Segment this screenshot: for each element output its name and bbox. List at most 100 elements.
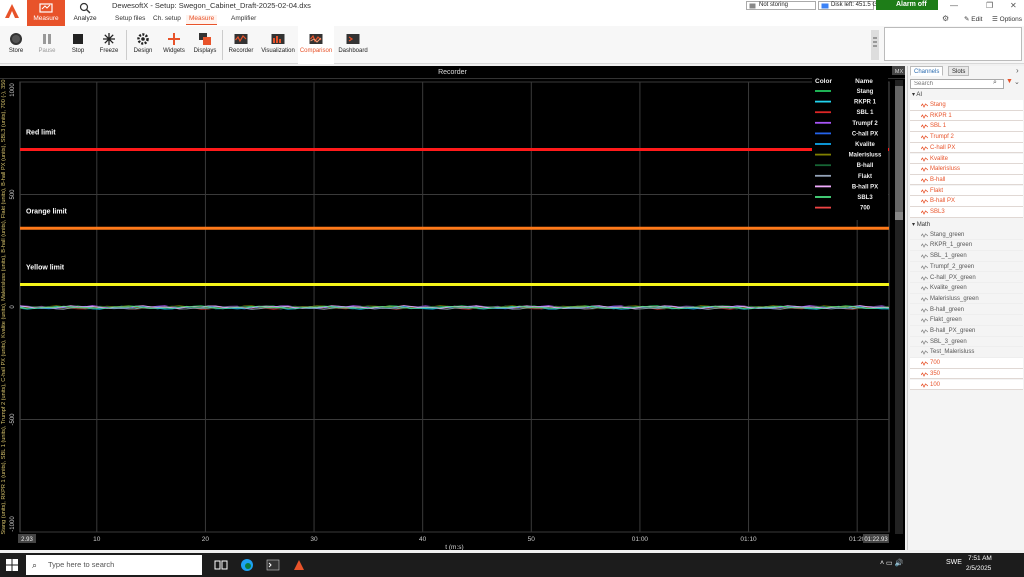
- network-icon[interactable]: ▭: [886, 560, 893, 567]
- recorder-button[interactable]: Recorder: [225, 26, 257, 64]
- channel-item-label: Flakt: [930, 187, 944, 194]
- y-tick-label: 1000: [10, 83, 16, 97]
- channel-group-header[interactable]: ▾ AI: [912, 91, 922, 98]
- waveform-icon: [921, 146, 928, 151]
- panel-collapse-icon[interactable]: ›: [1016, 66, 1019, 75]
- channel-item[interactable]: Flakt_green: [910, 315, 1023, 326]
- channel-item[interactable]: RKPR_1_green: [910, 240, 1023, 251]
- channel-item[interactable]: SBL_3_green: [910, 337, 1023, 348]
- scroll-down-icon[interactable]: [895, 212, 903, 220]
- dashboard-button[interactable]: Dashboard: [335, 26, 371, 64]
- channel-item[interactable]: 350: [910, 368, 1023, 380]
- design-button[interactable]: Design: [127, 26, 159, 64]
- channel-group-header[interactable]: ▾ Math: [912, 221, 930, 228]
- legend-item[interactable]: Malerisluss: [849, 153, 882, 159]
- channel-item[interactable]: Trumpf_2_green: [910, 262, 1023, 273]
- recorder-display[interactable]: Recorder 1000 500 0 -500 -1000 Stang (units),…: [0, 66, 905, 550]
- visualization-button[interactable]: Visualization: [259, 26, 297, 64]
- edge-browser-icon[interactable]: [240, 558, 254, 572]
- channel-item[interactable]: 100: [910, 379, 1023, 391]
- minimize-icon[interactable]: —: [950, 1, 958, 10]
- widgets-button[interactable]: Widgets: [158, 26, 190, 64]
- y-tick-label: -500: [10, 413, 16, 426]
- channel-item[interactable]: Trumpf 2: [910, 132, 1023, 143]
- legend-item[interactable]: 700: [860, 206, 871, 212]
- channel-item[interactable]: Malerisluss_green: [910, 294, 1023, 305]
- tab-slots[interactable]: Slots: [948, 66, 970, 76]
- legend-item[interactable]: B-hall: [857, 163, 874, 169]
- subtab-ch-setup[interactable]: Ch. setup: [150, 15, 184, 25]
- chevron-up-icon[interactable]: ˄: [880, 560, 884, 567]
- legend-item[interactable]: Flakt: [858, 174, 872, 180]
- channel-item[interactable]: Stang_green: [910, 230, 1023, 241]
- channel-item[interactable]: B-hall_green: [910, 305, 1023, 316]
- channel-item[interactable]: B-hall: [910, 174, 1023, 186]
- channel-item[interactable]: 700: [910, 358, 1023, 369]
- options-label: Options: [999, 16, 1023, 23]
- search-icon[interactable]: ⌕: [993, 79, 997, 87]
- limit-label: Yellow limit: [26, 265, 65, 272]
- channel-item[interactable]: Kvalite_green: [910, 283, 1023, 294]
- gear-icon[interactable]: ⚙: [942, 14, 949, 23]
- channel-item[interactable]: Flakt: [910, 185, 1023, 197]
- alarm-button[interactable]: Alarm off: [876, 0, 938, 10]
- legend-item[interactable]: C-hall PX: [852, 131, 878, 137]
- channel-item[interactable]: B-hall PX: [910, 196, 1023, 207]
- recorder-plot[interactable]: 1000 500 0 -500 -1000Stang (units), RKPR 1 (…: [0, 66, 905, 550]
- clock-date[interactable]: 2/5/2025: [966, 565, 991, 572]
- filter-icon[interactable]: ▼: [1006, 78, 1013, 85]
- windows-start-icon[interactable]: [6, 559, 18, 571]
- tray-icons[interactable]: ˄ ▭ 🔊: [880, 559, 903, 567]
- legend-item[interactable]: B-hall PX: [852, 184, 878, 190]
- task-view-icon[interactable]: [214, 558, 228, 572]
- channel-item[interactable]: B-hall_PX_green: [910, 326, 1023, 337]
- stop-button[interactable]: Stop: [62, 26, 94, 64]
- legend-item[interactable]: Kvalite: [855, 142, 875, 148]
- legend-item[interactable]: SBL 1: [857, 110, 875, 116]
- freeze-button[interactable]: Freeze: [93, 26, 125, 64]
- comparison-button[interactable]: Comparison: [298, 26, 334, 64]
- displays-button[interactable]: Displays: [189, 26, 221, 64]
- subtab-measure[interactable]: Measure: [186, 15, 218, 25]
- store-button[interactable]: Store: [0, 26, 32, 64]
- stop-icon: [73, 34, 83, 44]
- options-button[interactable]: ☰ Options: [992, 15, 1022, 23]
- clock-time[interactable]: 7:51 AM: [968, 555, 992, 562]
- restore-icon[interactable]: ❐: [986, 1, 993, 10]
- dewesoft-taskbar-icon[interactable]: [292, 558, 306, 572]
- plot-scrollbar-thumb[interactable]: [895, 86, 903, 212]
- search-icon: [79, 2, 91, 14]
- channel-item[interactable]: SBL3: [910, 207, 1023, 218]
- scroll-handle-icon[interactable]: [870, 30, 880, 60]
- subtab-setup-files[interactable]: Setup files: [112, 15, 148, 25]
- close-icon[interactable]: ✕: [1010, 1, 1017, 10]
- channel-search-input[interactable]: [910, 79, 1004, 89]
- taskbar-search-input[interactable]: ⌕ Type here to search: [26, 555, 202, 575]
- legend-item[interactable]: SBL3: [857, 195, 873, 201]
- legend-box: [812, 78, 888, 220]
- language-indicator[interactable]: SWE: [946, 559, 962, 566]
- channel-item[interactable]: Test_Malerisluss: [910, 347, 1023, 358]
- subtab-amplifier[interactable]: Amplifier: [228, 15, 259, 25]
- channel-item[interactable]: SBL 1: [910, 121, 1023, 132]
- waveform-icon: [921, 275, 928, 281]
- legend-item[interactable]: RKPR 1: [854, 100, 877, 106]
- tab-measure[interactable]: Measure: [27, 0, 65, 26]
- pause-button[interactable]: Pause: [31, 26, 63, 64]
- edit-button[interactable]: ✎ Edit: [964, 15, 982, 23]
- channel-item[interactable]: RKPR 1: [910, 110, 1023, 122]
- speaker-icon[interactable]: 🔊: [895, 560, 904, 567]
- legend-item[interactable]: Trumpf 2: [852, 121, 878, 127]
- terminal-icon[interactable]: [266, 558, 280, 572]
- channel-item[interactable]: SBL_1_green: [910, 251, 1023, 262]
- waveform-icon: [921, 265, 928, 270]
- channel-item[interactable]: Stang: [910, 100, 1023, 111]
- legend-item[interactable]: Stang: [857, 89, 874, 95]
- tab-analyze[interactable]: Analyze: [66, 0, 104, 26]
- channel-item[interactable]: Kvalite: [910, 153, 1023, 165]
- chevron-down-icon[interactable]: ⌄: [1014, 78, 1020, 86]
- channel-item[interactable]: C-hall_PX_green: [910, 273, 1023, 284]
- channel-item[interactable]: Malerisluss: [910, 164, 1023, 175]
- channel-item[interactable]: C-hall PX: [910, 142, 1023, 154]
- tab-channels[interactable]: Channels: [910, 66, 944, 76]
